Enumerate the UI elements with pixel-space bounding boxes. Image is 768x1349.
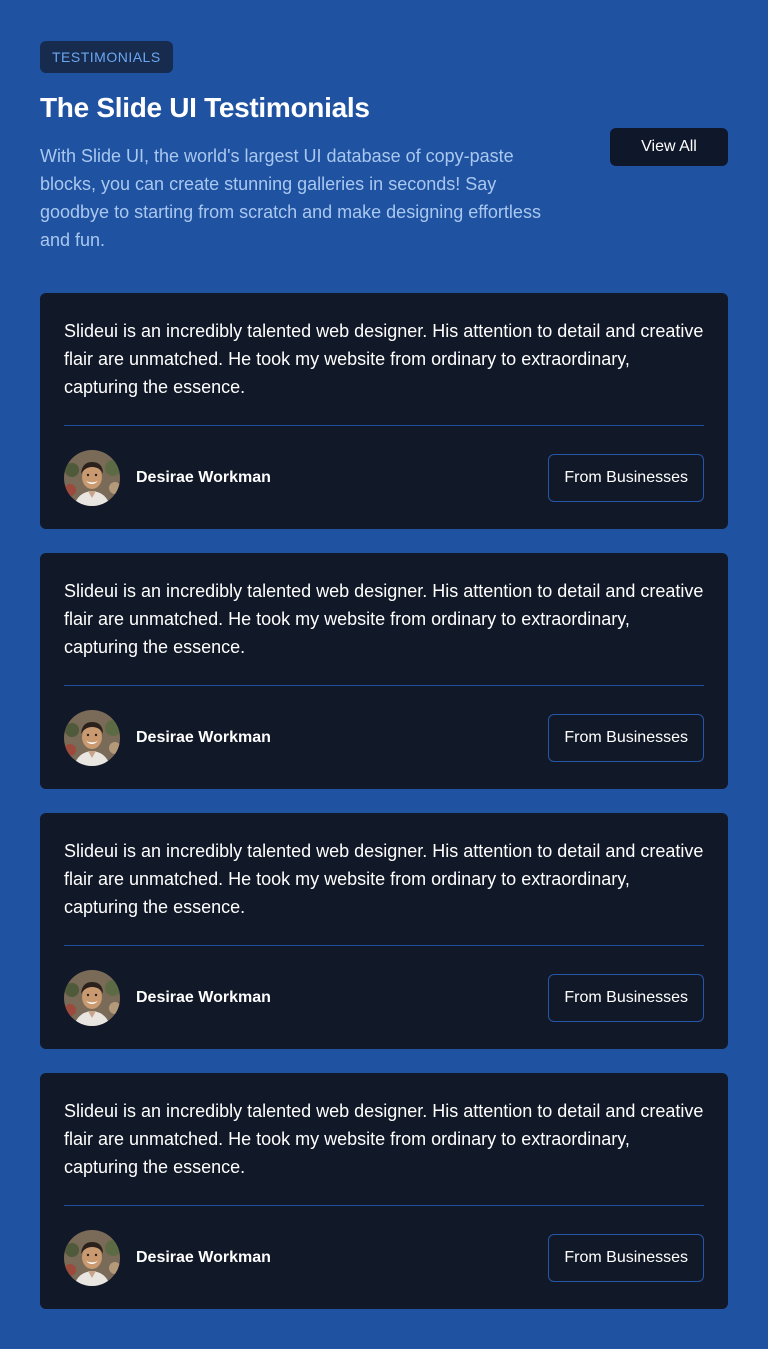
avatar	[64, 450, 120, 506]
from-businesses-button[interactable]: From Businesses	[548, 1234, 704, 1282]
testimonial-card: Slideui is an incredibly talented web de…	[40, 293, 728, 529]
avatar	[64, 970, 120, 1026]
author-name: Desirae Workman	[136, 989, 271, 1006]
person-avatar-icon	[64, 1230, 120, 1286]
person-avatar-icon	[64, 970, 120, 1026]
author-name: Desirae Workman	[136, 1249, 271, 1266]
author-name: Desirae Workman	[136, 729, 271, 746]
author: Desirae Workman	[64, 1230, 271, 1286]
testimonial-footer: Desirae Workman From Businesses	[64, 710, 704, 766]
testimonial-quote: Slideui is an incredibly talented web de…	[64, 581, 704, 657]
section-badge: TESTIMONIALS	[40, 41, 173, 73]
section-description: With Slide UI, the world's largest UI da…	[40, 146, 541, 250]
testimonial-footer: Desirae Workman From Businesses	[64, 1230, 704, 1286]
section-title: The Slide UI Testimonials	[40, 92, 370, 123]
testimonial-quote: Slideui is an incredibly talented web de…	[64, 841, 704, 917]
testimonial-card: Slideui is an incredibly talented web de…	[40, 1073, 728, 1309]
author: Desirae Workman	[64, 450, 271, 506]
testimonial-quote: Slideui is an incredibly talented web de…	[64, 1101, 704, 1177]
card-divider	[64, 685, 704, 686]
from-businesses-button[interactable]: From Businesses	[548, 974, 704, 1022]
from-businesses-button[interactable]: From Businesses	[548, 454, 704, 502]
author: Desirae Workman	[64, 710, 271, 766]
testimonial-card: Slideui is an incredibly talented web de…	[40, 813, 728, 1049]
from-businesses-button[interactable]: From Businesses	[548, 714, 704, 762]
testimonial-footer: Desirae Workman From Businesses	[64, 450, 704, 506]
testimonial-list: Slideui is an incredibly talented web de…	[40, 293, 728, 1309]
avatar	[64, 710, 120, 766]
person-avatar-icon	[64, 450, 120, 506]
testimonial-quote: Slideui is an incredibly talented web de…	[64, 321, 704, 397]
testimonials-section: TESTIMONIALS The Slide UI Testimonials W…	[0, 0, 768, 1349]
testimonial-card: Slideui is an incredibly talented web de…	[40, 553, 728, 789]
card-divider	[64, 945, 704, 946]
person-avatar-icon	[64, 710, 120, 766]
author: Desirae Workman	[64, 970, 271, 1026]
view-all-button[interactable]: View All	[610, 128, 728, 166]
avatar	[64, 1230, 120, 1286]
card-divider	[64, 425, 704, 426]
card-divider	[64, 1205, 704, 1206]
author-name: Desirae Workman	[136, 469, 271, 486]
section-header: TESTIMONIALS The Slide UI Testimonials W…	[40, 41, 728, 293]
testimonial-footer: Desirae Workman From Businesses	[64, 970, 704, 1026]
